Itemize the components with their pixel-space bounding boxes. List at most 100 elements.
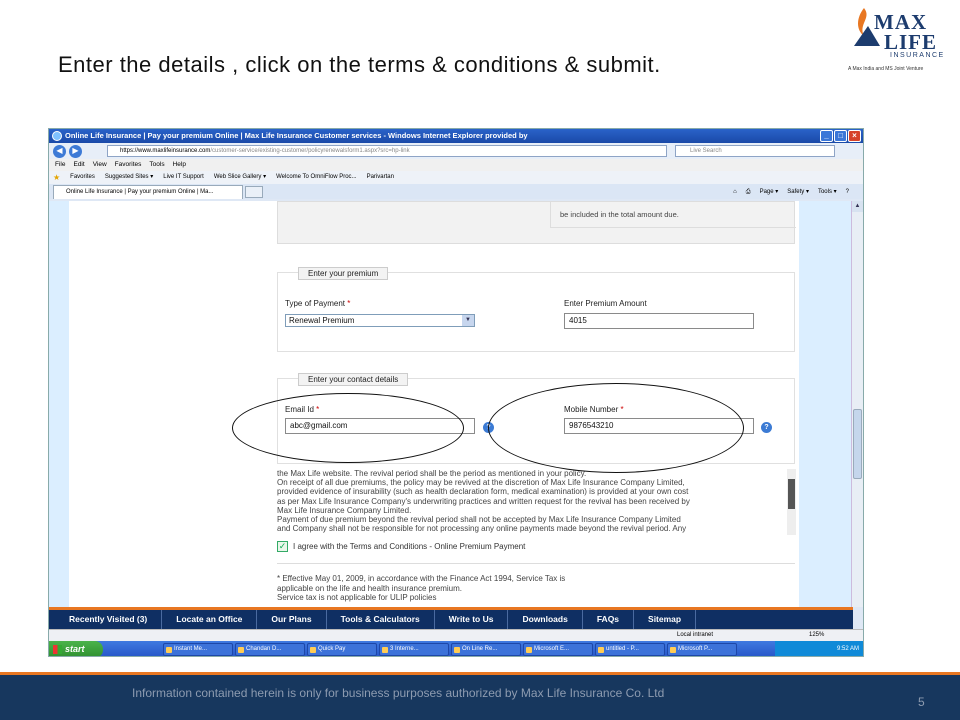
- terms-line: Max Life Insurance Company Limited.: [277, 505, 412, 515]
- menu-edit[interactable]: Edit: [73, 159, 84, 171]
- page-viewport: be included in the total amount due. Ent…: [49, 201, 853, 607]
- question-icon[interactable]: ?: [483, 422, 494, 433]
- taskbar-item[interactable]: Quick Pay: [307, 643, 377, 656]
- agree-row: ✓ I agree with the Terms and Conditions …: [277, 541, 525, 552]
- terms-line: Payment of due premium beyond the reviva…: [277, 515, 681, 525]
- terms-line: provided evidence of insurability (such …: [277, 487, 689, 497]
- taskbar-item[interactable]: Chandan D...: [235, 643, 305, 656]
- contact-legend: Enter your contact details: [298, 373, 409, 386]
- divider: [277, 563, 795, 564]
- taskbar-item[interactable]: 3 Interne...: [379, 643, 449, 656]
- command-bar: ⌂ ⎙ Page ▾ Safety ▾ Tools ▾ ?: [733, 186, 849, 198]
- required-mark: *: [347, 299, 351, 308]
- nav-locate-office[interactable]: Locate an Office: [162, 610, 258, 629]
- premium-amount-input[interactable]: 4015: [564, 313, 754, 329]
- slide: Enter the details , click on the terms &…: [0, 0, 960, 720]
- cmd-page[interactable]: Page ▾: [760, 186, 779, 198]
- tax-line: * Effective May 01, 2009, in accordance …: [277, 574, 566, 583]
- tax-line: applicable on the life and health insura…: [277, 583, 463, 593]
- nav-our-plans[interactable]: Our Plans: [257, 610, 327, 629]
- premium-section: Enter your premium Type of Payment * Ren…: [277, 267, 795, 352]
- forward-arrow-icon[interactable]: ▶: [69, 144, 82, 158]
- cmd-safety[interactable]: Safety ▾: [787, 186, 809, 198]
- fav-favorites[interactable]: Favorites: [70, 171, 95, 184]
- nav-sitemap[interactable]: Sitemap: [634, 610, 697, 629]
- clock: 9:52 AM: [836, 646, 859, 652]
- print-icon[interactable]: ⎙: [746, 186, 751, 198]
- address-path: /customer-service/existing-customer/poli…: [210, 148, 410, 154]
- fav-web-slice-gallery[interactable]: Web Slice Gallery ▾: [214, 171, 266, 184]
- minimize-button[interactable]: _: [820, 130, 833, 142]
- close-button[interactable]: ×: [848, 130, 861, 142]
- new-tab-button[interactable]: [245, 186, 263, 198]
- question-icon[interactable]: ?: [761, 422, 772, 433]
- fav-suggested-sites[interactable]: Suggested Sites ▾: [105, 171, 153, 184]
- fav-parivartan[interactable]: Parivartan: [367, 171, 394, 184]
- premium-legend: Enter your premium: [298, 267, 389, 280]
- page-scrollbar[interactable]: ▲: [851, 201, 863, 607]
- premium-amount-label: Enter Premium Amount: [564, 299, 647, 308]
- tab-row: Online Life Insurance | Pay your premium…: [49, 184, 863, 199]
- taskbar-item[interactable]: Instant Me...: [163, 643, 233, 656]
- tab-max-life[interactable]: Online Life Insurance | Pay your premium…: [53, 185, 243, 199]
- terms-scrollbar[interactable]: [787, 469, 796, 535]
- nav-tools-calculators[interactable]: Tools & Calculators: [327, 610, 435, 629]
- menu-file[interactable]: File: [55, 159, 65, 171]
- max-life-logo: MAX LIFE INSURANCE A Max India and MS Jo…: [846, 6, 956, 76]
- required-mark: *: [620, 405, 624, 414]
- taskbar-item[interactable]: untitled - P...: [595, 643, 665, 656]
- start-button[interactable]: start: [49, 641, 103, 656]
- ie-icon: [52, 131, 62, 141]
- status-bar: Local intranet 125%: [49, 629, 863, 641]
- nav-write-to-us[interactable]: Write to Us: [435, 610, 509, 629]
- search-input[interactable]: Live Search: [675, 145, 835, 157]
- quick-launch[interactable]: [103, 641, 163, 656]
- terms-line: On receipt of all due premiums, the poli…: [277, 478, 685, 488]
- email-field[interactable]: abc@gmail.com: [285, 418, 475, 434]
- slide-title: Enter the details , click on the terms &…: [58, 52, 661, 77]
- back-arrow-icon[interactable]: ◀: [53, 144, 66, 158]
- mobile-field[interactable]: 9876543210: [564, 418, 754, 434]
- agree-label: I agree with the Terms and Conditions - …: [293, 542, 526, 551]
- cmd-tools[interactable]: Tools ▾: [818, 186, 837, 198]
- zoom-level[interactable]: 125%: [809, 630, 824, 641]
- mobile-label: Mobile Number *: [564, 405, 624, 414]
- start-label: start: [65, 644, 85, 654]
- taskbar-item[interactable]: On Line Re...: [451, 643, 521, 656]
- fav-live-it-support[interactable]: Live IT Support: [163, 171, 204, 184]
- menu-favorites[interactable]: Favorites: [115, 159, 142, 171]
- terms-checkbox[interactable]: ✓: [277, 541, 288, 552]
- menu-help[interactable]: Help: [173, 159, 186, 171]
- taskbar-item[interactable]: Microsoft E...: [523, 643, 593, 656]
- terms-text-box[interactable]: the Max Life website. The revival period…: [277, 469, 789, 535]
- zone-status: Local intranet: [677, 632, 714, 638]
- system-tray: 9:52 AM: [775, 641, 863, 656]
- mobile-label-text: Mobile Number: [564, 405, 619, 414]
- windows-taskbar: start Instant Me... Chandan D... Quick P…: [49, 641, 863, 656]
- nav-downloads[interactable]: Downloads: [508, 610, 583, 629]
- fav-omniflow[interactable]: Welcome To OmniFlow Proc...: [276, 171, 356, 184]
- scroll-thumb[interactable]: [853, 409, 862, 479]
- help-icon[interactable]: ?: [846, 186, 849, 198]
- terms-scroll-thumb[interactable]: [788, 479, 795, 509]
- disclaimer: Information contained herein is only for…: [132, 686, 665, 700]
- menu-tools[interactable]: Tools: [149, 159, 164, 171]
- chevron-down-icon[interactable]: ▼: [462, 315, 474, 326]
- browser-window: Online Life Insurance | Pay your premium…: [48, 128, 864, 657]
- service-tax-note: * Effective May 01, 2009, in accordance …: [277, 574, 697, 603]
- payment-type-select[interactable]: Renewal Premium ▼: [285, 314, 475, 327]
- nav-faqs[interactable]: FAQs: [583, 610, 635, 629]
- star-icon: ★: [53, 173, 61, 182]
- home-icon[interactable]: ⌂: [733, 186, 737, 198]
- maximize-button[interactable]: □: [834, 130, 847, 142]
- menu-view[interactable]: View: [93, 159, 107, 171]
- address-input[interactable]: https://www.maxlifeinsurance.com/custome…: [107, 145, 667, 157]
- taskbar-item[interactable]: Microsoft P...: [667, 643, 737, 656]
- terms-line: as per Max Life Insurance Company's unde…: [277, 496, 690, 506]
- payment-type-label-text: Type of Payment: [285, 299, 346, 308]
- nav-recently-visited[interactable]: Recently Visited (3): [49, 610, 163, 629]
- tax-line: Service tax is not applicable for ULIP p…: [277, 593, 437, 602]
- window-titlebar[interactable]: Online Life Insurance | Pay your premium…: [49, 129, 863, 143]
- terms-line: and Company shall not be responsible for…: [277, 524, 687, 534]
- scroll-up-icon[interactable]: ▲: [852, 201, 863, 212]
